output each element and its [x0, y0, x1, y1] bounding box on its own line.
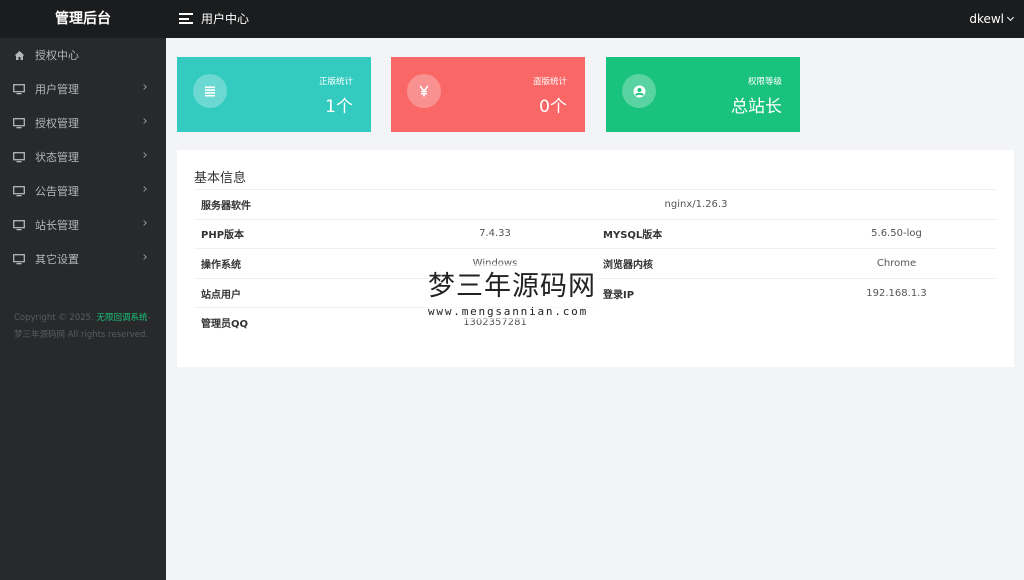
mysql-label: MYSQL版本 [595, 218, 796, 249]
sidebar-item-label: 用户管理 [35, 83, 79, 96]
monitor-icon [13, 151, 25, 163]
copyright-brand-link[interactable]: 无限回调系统 [96, 313, 147, 323]
browser-label: 浏览器内核 [595, 248, 796, 279]
sidebar-item-status-management[interactable]: 状态管理 [0, 140, 166, 174]
sidebar-item-auth-management[interactable]: 授权管理 [0, 106, 166, 140]
stat-value: 总站长 [731, 97, 782, 117]
sidebar-item-label: 授权管理 [35, 117, 79, 130]
username: dkewl [969, 12, 1004, 26]
sidebar-item-label: 授权中心 [35, 49, 79, 62]
stat-label: 正版统计 [318, 77, 353, 87]
sidebar: 授权中心 用户管理 授权管理 状态管理 公告管理 站长管理 其它设置 Copyr… [0, 38, 166, 580]
chevron-right-icon [141, 84, 147, 90]
server-value: nginx/1.26.3 [395, 189, 997, 220]
panel-title: 基本信息 [194, 171, 247, 186]
sidebar-item-other-settings[interactable]: 其它设置 [0, 242, 166, 276]
table-row: 服务器软件 nginx/1.26.3 [194, 189, 997, 220]
yen-icon [407, 74, 441, 108]
os-label: 操作系统 [194, 248, 395, 279]
list-icon [193, 74, 227, 108]
sidebar-item-label: 其它设置 [35, 253, 79, 266]
browser-value: Chrome [796, 248, 997, 279]
brand-title[interactable]: 管理后台 [0, 0, 166, 38]
empty-cell [796, 308, 997, 338]
page-title: 用户中心 [201, 12, 250, 26]
site-user-label: 站点用户 [194, 277, 395, 308]
monitor-icon [13, 83, 25, 95]
server-label: 服务器软件 [194, 189, 395, 220]
copyright-prefix: Copyright © 2025. [14, 313, 97, 323]
stat-card-genuine: 正版统计 1个 [177, 57, 371, 132]
mysql-value: 5.6.50-log [796, 218, 997, 249]
chevron-down-icon [1006, 13, 1015, 22]
monitor-icon [13, 253, 25, 265]
sidebar-item-admin-management[interactable]: 站长管理 [0, 208, 166, 242]
basic-info-panel: 基本信息 服务器软件 nginx/1.26.3 PHP版本 7.4.33 MYS… [177, 150, 1014, 367]
top-bar: 管理后台 用户中心 dkewl [0, 0, 1024, 38]
copyright-suffix: All rights reserved. [65, 330, 149, 340]
watermark-chinese: 梦三年源码网 [428, 271, 596, 302]
chevron-right-icon [141, 118, 147, 124]
sidebar-item-label: 站长管理 [35, 219, 79, 232]
stat-label: 权限等级 [747, 77, 782, 87]
stat-value: 1个 [325, 97, 353, 117]
table-row: PHP版本 7.4.33 MYSQL版本 5.6.50-log [194, 218, 997, 249]
sidebar-item-label: 状态管理 [35, 151, 79, 164]
login-ip-label: 登录IP [595, 277, 796, 308]
stat-card-pirated: 盗版统计 0个 [391, 57, 585, 132]
php-value: 7.4.33 [395, 218, 595, 249]
login-ip-value: 192.168.1.3 [796, 277, 997, 308]
watermark: 梦三年源码网 www.mengsannian.com [428, 264, 598, 320]
php-label: PHP版本 [194, 218, 395, 249]
stat-card-permission: 权限等级 总站长 [606, 57, 800, 132]
user-menu[interactable]: dkewl [969, 0, 1015, 38]
home-icon [13, 49, 25, 61]
admin-qq-label: 管理员QQ [194, 307, 395, 338]
sidebar-item-notice-management[interactable]: 公告管理 [0, 174, 166, 208]
monitor-icon [13, 219, 25, 231]
sidebar-item-label: 公告管理 [35, 185, 79, 198]
monitor-icon [13, 185, 25, 197]
sidebar-item-user-management[interactable]: 用户管理 [0, 72, 166, 106]
monitor-icon [13, 117, 25, 129]
stat-value: 0个 [539, 97, 567, 117]
chevron-right-icon [141, 254, 147, 260]
copyright-text: Copyright © 2025. 无限回调系统-梦三年源码网 All righ… [14, 310, 152, 344]
chevron-right-icon [141, 220, 147, 226]
user-circle-icon [622, 74, 656, 108]
chevron-right-icon [141, 152, 147, 158]
chevron-right-icon [141, 186, 147, 192]
stat-label: 盗版统计 [532, 77, 567, 87]
empty-cell [595, 308, 796, 338]
watermark-url: www.mengsannian.com [428, 305, 589, 318]
menu-toggle-icon[interactable] [179, 13, 193, 24]
sidebar-item-auth-center[interactable]: 授权中心 [0, 38, 166, 72]
